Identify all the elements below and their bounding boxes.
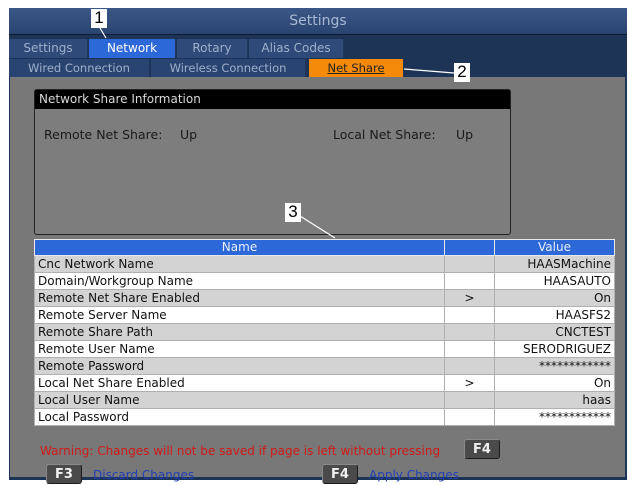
callout-3-leader xyxy=(299,215,336,239)
callout-leader-lines xyxy=(99,27,455,239)
callout-2: 2 xyxy=(454,63,470,82)
callout-3: 3 xyxy=(285,203,301,222)
callout-2-leader xyxy=(403,68,455,74)
callout-1-leader xyxy=(99,27,107,39)
callout-1: 1 xyxy=(91,9,107,28)
